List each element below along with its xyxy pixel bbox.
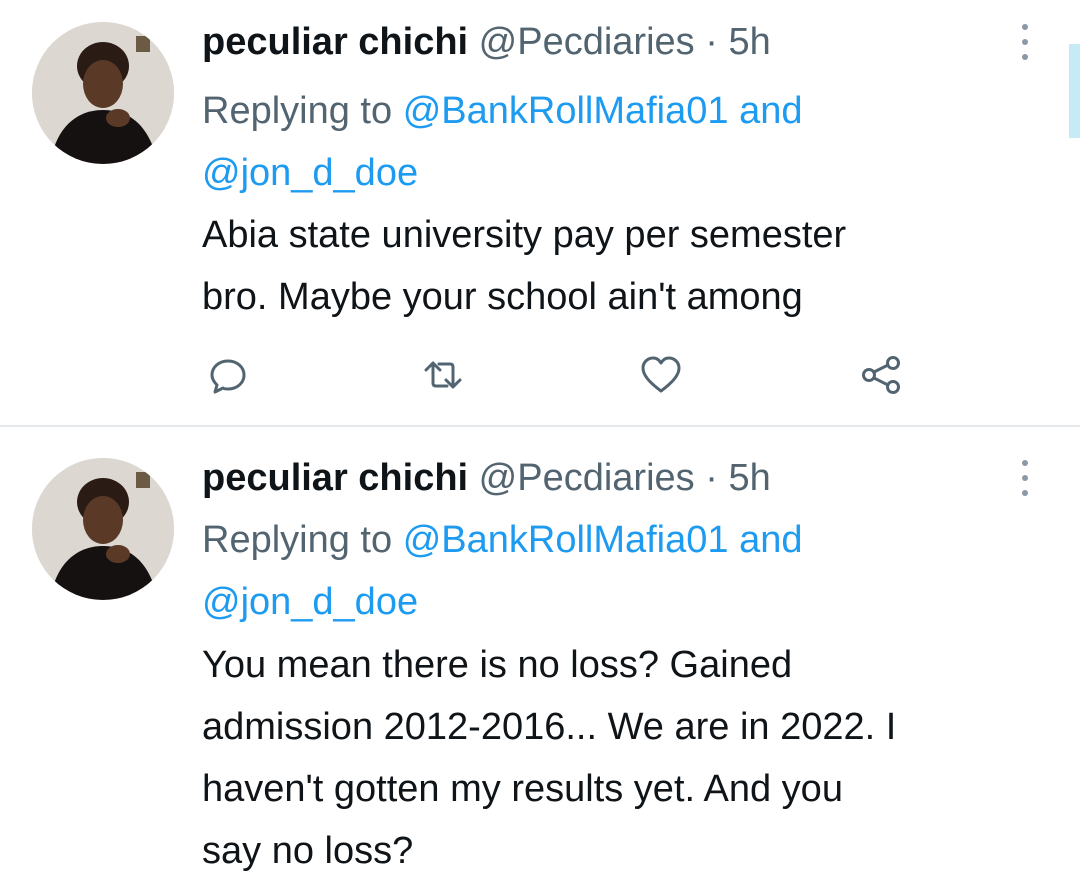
display-name[interactable]: peculiar chichi [202,457,468,499]
share-button[interactable] [856,350,906,400]
user-handle[interactable]: @Pecdiaries [479,21,695,63]
mention-link[interactable]: @BankRollMafia01 [403,90,729,132]
tweet[interactable]: peculiar chichi @Pecdiaries · 5h Replyin… [0,427,1080,872]
user-handle[interactable]: @Pecdiaries [479,457,695,499]
mention-link[interactable]: @BankRollMafia01 [403,519,729,561]
mention-joiner[interactable]: and [739,90,802,132]
tweet-actions [0,350,1080,400]
timestamp[interactable]: 5h [728,457,770,499]
tweet-text: You mean there is no loss? Gained admiss… [202,644,897,872]
display-name[interactable]: peculiar chichi [202,21,468,63]
replying-to: Replying to @BankRollMafia01 and @jon_d_… [202,80,1002,204]
mention-link[interactable]: @jon_d_doe [202,581,418,623]
replying-to: Replying to @BankRollMafia01 and @jon_d_… [202,509,1002,633]
avatar-image [32,22,174,164]
share-icon [862,356,900,394]
tweet-text: Abia state university pay per semester b… [202,214,847,318]
more-icon[interactable] [1012,22,1038,62]
reply-button[interactable] [203,350,253,400]
like-icon [641,356,681,393]
tweet-header: peculiar chichi @Pecdiaries · 5h [202,20,771,64]
tweet[interactable]: peculiar chichi @Pecdiaries · 5h Replyin… [0,0,1080,427]
like-button[interactable] [636,350,686,400]
separator-dot: · [705,21,718,63]
mention-link[interactable]: @jon_d_doe [202,152,418,194]
tweet-header: peculiar chichi @Pecdiaries · 5h [202,456,771,500]
retweet-button[interactable] [418,350,468,400]
retweet-icon [424,361,462,389]
mention-joiner[interactable]: and [739,519,802,561]
reply-icon [210,359,246,394]
replying-prefix: Replying to [202,90,393,132]
avatar[interactable] [32,458,174,600]
scrollbar[interactable] [1069,44,1080,138]
replying-prefix: Replying to [202,519,393,561]
separator-dot: · [705,457,718,499]
more-icon[interactable] [1012,458,1038,498]
avatar[interactable] [32,22,174,164]
timestamp[interactable]: 5h [728,21,770,63]
avatar-image [32,458,174,600]
